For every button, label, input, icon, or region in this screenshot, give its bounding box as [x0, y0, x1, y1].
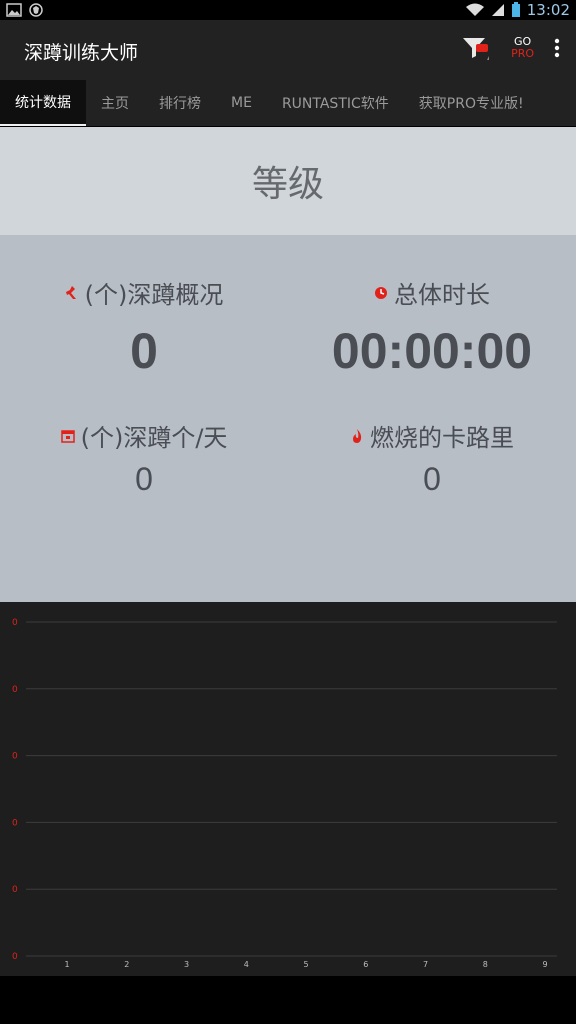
status-time: 13:02 — [526, 1, 570, 19]
chart-x-tick-label: 1 — [64, 960, 69, 969]
stat-squats-per-day-value: 0 — [135, 461, 153, 497]
squat-icon — [65, 285, 76, 299]
chart-y-tick-label: 0 — [12, 685, 18, 695]
tab-me[interactable]: ME — [216, 80, 267, 126]
app-title: 深蹲训练大师 — [24, 42, 139, 64]
chart-y-tick-label: 0 — [12, 818, 18, 828]
tab-get-pro[interactable]: 获取PRO专业版! — [404, 80, 539, 126]
gallery-icon — [6, 3, 22, 17]
shield-icon — [29, 3, 43, 17]
tab-home[interactable]: 主页 — [86, 80, 144, 126]
chart-svg: 0 0 0 0 0 0 1 2 3 4 5 6 7 8 9 — [12, 618, 557, 969]
calendar-icon — [60, 429, 75, 443]
pro-label: PRO — [511, 47, 534, 60]
chart-x-tick-label: 9 — [542, 960, 547, 969]
stat-total-time: 总体时长 00:00:00 — [288, 275, 576, 380]
go-pro-button[interactable]: GO PRO — [511, 36, 534, 60]
chart-x-tick-label: 8 — [483, 960, 488, 969]
tab-runtastic-apps[interactable]: RUNTASTIC软件 — [267, 80, 404, 126]
navigation-bar — [0, 976, 576, 1024]
chart-x-tick-label: 7 — [423, 960, 428, 969]
battery-icon — [511, 2, 520, 17]
stat-calories: 燃烧的卡路里 0 — [288, 418, 576, 498]
flame-icon — [353, 428, 362, 443]
level-title: 等级 — [251, 164, 324, 205]
chart-x-tick-label: 6 — [363, 960, 368, 969]
status-bar: 13:02 — [0, 0, 576, 20]
filter-pro-icon[interactable] — [461, 34, 491, 62]
clock-icon — [375, 286, 387, 299]
stat-calories-value: 0 — [423, 461, 441, 497]
stats-panel: (个)深蹲概况 0 总体时长 00:00:00 (个)深蹲个/天 0 燃烧的卡路… — [0, 235, 576, 602]
stat-squats-per-day-label: (个)深蹲个/天 — [80, 424, 228, 452]
app-bar: 深蹲训练大师 GO PRO — [0, 20, 576, 80]
wifi-icon — [465, 3, 484, 16]
level-panel: 等级 — [0, 127, 576, 235]
chart-y-tick-label: 0 — [12, 885, 18, 895]
overflow-menu-icon[interactable] — [554, 38, 560, 58]
stat-squats-total-label: (个)深蹲概况 — [84, 281, 224, 309]
progress-chart: 0 0 0 0 0 0 1 2 3 4 5 6 7 8 9 — [0, 602, 576, 976]
chart-y-tick-label: 0 — [12, 752, 18, 762]
tab-bar: 统计数据 主页 排行榜 ME RUNTASTIC软件 获取PRO专业版! — [0, 80, 576, 126]
stat-squats-total: (个)深蹲概况 0 — [0, 275, 288, 380]
stat-total-time-value: 00:00:00 — [331, 323, 533, 379]
chart-x-tick-label: 4 — [244, 960, 249, 969]
chart-y-tick-label: 0 — [12, 618, 18, 628]
chart-x-tick-label: 3 — [184, 960, 189, 969]
chart-x-tick-label: 2 — [124, 960, 129, 969]
stat-squats-total-value: 0 — [130, 323, 158, 379]
stat-calories-label: 燃烧的卡路里 — [370, 424, 514, 452]
signal-icon — [491, 4, 504, 16]
tab-leaderboard[interactable]: 排行榜 — [144, 80, 216, 126]
stat-total-time-label: 总体时长 — [394, 281, 490, 309]
tab-statistics[interactable]: 统计数据 — [0, 80, 86, 126]
chart-x-tick-label: 5 — [303, 960, 308, 969]
chart-y-tick-label: 0 — [12, 952, 18, 962]
stat-squats-per-day: (个)深蹲个/天 0 — [0, 418, 288, 498]
